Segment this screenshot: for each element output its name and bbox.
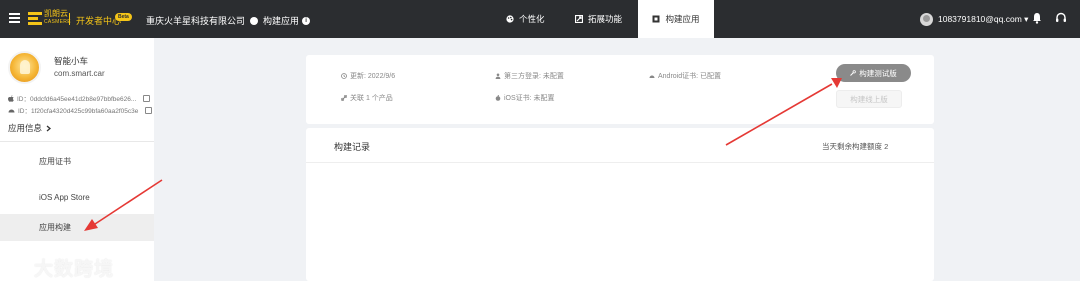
build-test-version-button[interactable]: 构建测试版: [836, 64, 911, 82]
notification-bell-icon[interactable]: [1032, 12, 1042, 24]
last-updated-text: 更新: 2022/9/6: [350, 73, 396, 80]
tab-build-app[interactable]: 构建应用: [638, 0, 714, 38]
android-app-id: ID：1f20cfa4320d425c99bfa60aa2f05c3e: [8, 105, 153, 115]
extension-icon: [575, 15, 583, 23]
android-app-id-value: ID：1f20cfa4320d425c99bfa60aa2f05c3e: [18, 108, 139, 115]
link-icon: [341, 95, 347, 101]
user-avatar: [920, 13, 933, 26]
related-products: 关联 1 个产品: [341, 93, 393, 103]
wrench-icon: [850, 70, 857, 76]
user-account-menu[interactable]: 1083791810@qq.com ▾: [920, 13, 1028, 26]
menu-icon[interactable]: [9, 13, 20, 23]
sidebar-item-certificates[interactable]: 应用证书: [0, 148, 154, 175]
app-info-link[interactable]: 应用信息: [8, 122, 52, 134]
brand-name: 凯朗云: [44, 9, 68, 18]
ios-cert-text: iOS证书: 未配置: [504, 95, 555, 102]
user-email: 1083791810@qq.com ▾: [938, 14, 1029, 24]
build-test-version-label: 构建测试版: [859, 68, 897, 78]
ios-app-id: ID：0ddcfd6a45ee41d2b8e97bbfbe626...: [8, 93, 151, 103]
build-info-card: 更新: 2022/9/6 第三方登录: 未配置 Android证书: 已配置 关…: [306, 55, 934, 124]
breadcrumb-separator-icon: [250, 16, 259, 25]
beta-badge: Beta: [115, 13, 132, 21]
tab-label: 个性化: [519, 14, 545, 24]
watermark: 大数跨境: [10, 254, 114, 281]
info-icon[interactable]: i: [302, 16, 311, 25]
tab-label: 拓展功能: [588, 14, 623, 24]
breadcrumb: 重庆火羊星科技有限公司 构建应用 i: [146, 14, 311, 27]
breadcrumb-current: 构建应用: [263, 16, 300, 26]
app-info-label: 应用信息: [8, 123, 43, 133]
watermark-logo-icon: [10, 260, 30, 275]
copy-icon[interactable]: [143, 94, 151, 102]
user-icon: [495, 73, 501, 79]
app-package-name: com.smart.car: [54, 69, 105, 78]
palette-icon: [506, 15, 514, 23]
build-records-title: 构建记录: [334, 142, 371, 152]
app-name: 智能小车: [54, 56, 89, 66]
clock-icon: [341, 73, 347, 79]
ios-cert-status: iOS证书: 未配置: [495, 93, 555, 103]
tab-personalize[interactable]: 个性化: [506, 0, 545, 38]
android-cert-status: Android证书: 已配置: [649, 71, 721, 81]
sidebar-item-ios-app-store[interactable]: iOS App Store: [0, 184, 154, 211]
last-updated: 更新: 2022/9/6: [341, 71, 395, 81]
app-avatar: [8, 51, 41, 84]
apple-icon: [495, 95, 501, 101]
related-products-text[interactable]: 关联 1 个产品: [350, 93, 393, 103]
android-cert-text: Android证书: 已配置: [658, 73, 722, 80]
remaining-build-quota: 当天剩余构建额度 2: [822, 142, 889, 151]
android-icon: [649, 75, 655, 78]
third-party-login-text: 第三方登录: 未配置: [504, 73, 564, 80]
build-icon: [652, 15, 660, 23]
brand-subtitle: CASMERE: [44, 19, 71, 25]
apple-icon: [8, 94, 14, 102]
records-divider: [306, 162, 934, 163]
ios-app-id-value: ID：0ddcfd6a45ee41d2b8e97bbfbe626...: [17, 96, 137, 103]
build-records-card: 构建记录 当天剩余构建额度 2: [306, 128, 934, 281]
android-icon: [8, 109, 15, 112]
sidebar-item-app-build[interactable]: 应用构建: [0, 214, 154, 241]
sidebar-divider: [0, 141, 154, 142]
watermark-text: 大数跨境: [34, 259, 115, 280]
support-headset-icon[interactable]: [1055, 12, 1067, 24]
top-navigation-bar: 凯朗云 CASMERE 开发者中心 Beta 重庆火羊星科技有限公司 构建应用 …: [0, 0, 1080, 38]
copy-icon[interactable]: [145, 106, 153, 114]
tab-label: 构建应用: [665, 14, 700, 24]
brand-logo-icon: [28, 12, 42, 25]
chevron-right-icon: [46, 125, 52, 131]
logo-divider: [69, 13, 70, 25]
third-party-login-status: 第三方登录: 未配置: [495, 71, 564, 81]
build-release-version-button[interactable]: 构建线上版: [836, 90, 902, 108]
company-name[interactable]: 重庆火羊星科技有限公司: [146, 14, 245, 27]
tab-extensions[interactable]: 拓展功能: [575, 0, 622, 38]
app-sidebar: 智能小车 com.smart.car ID：0ddcfd6a45ee41d2b8…: [0, 38, 154, 281]
